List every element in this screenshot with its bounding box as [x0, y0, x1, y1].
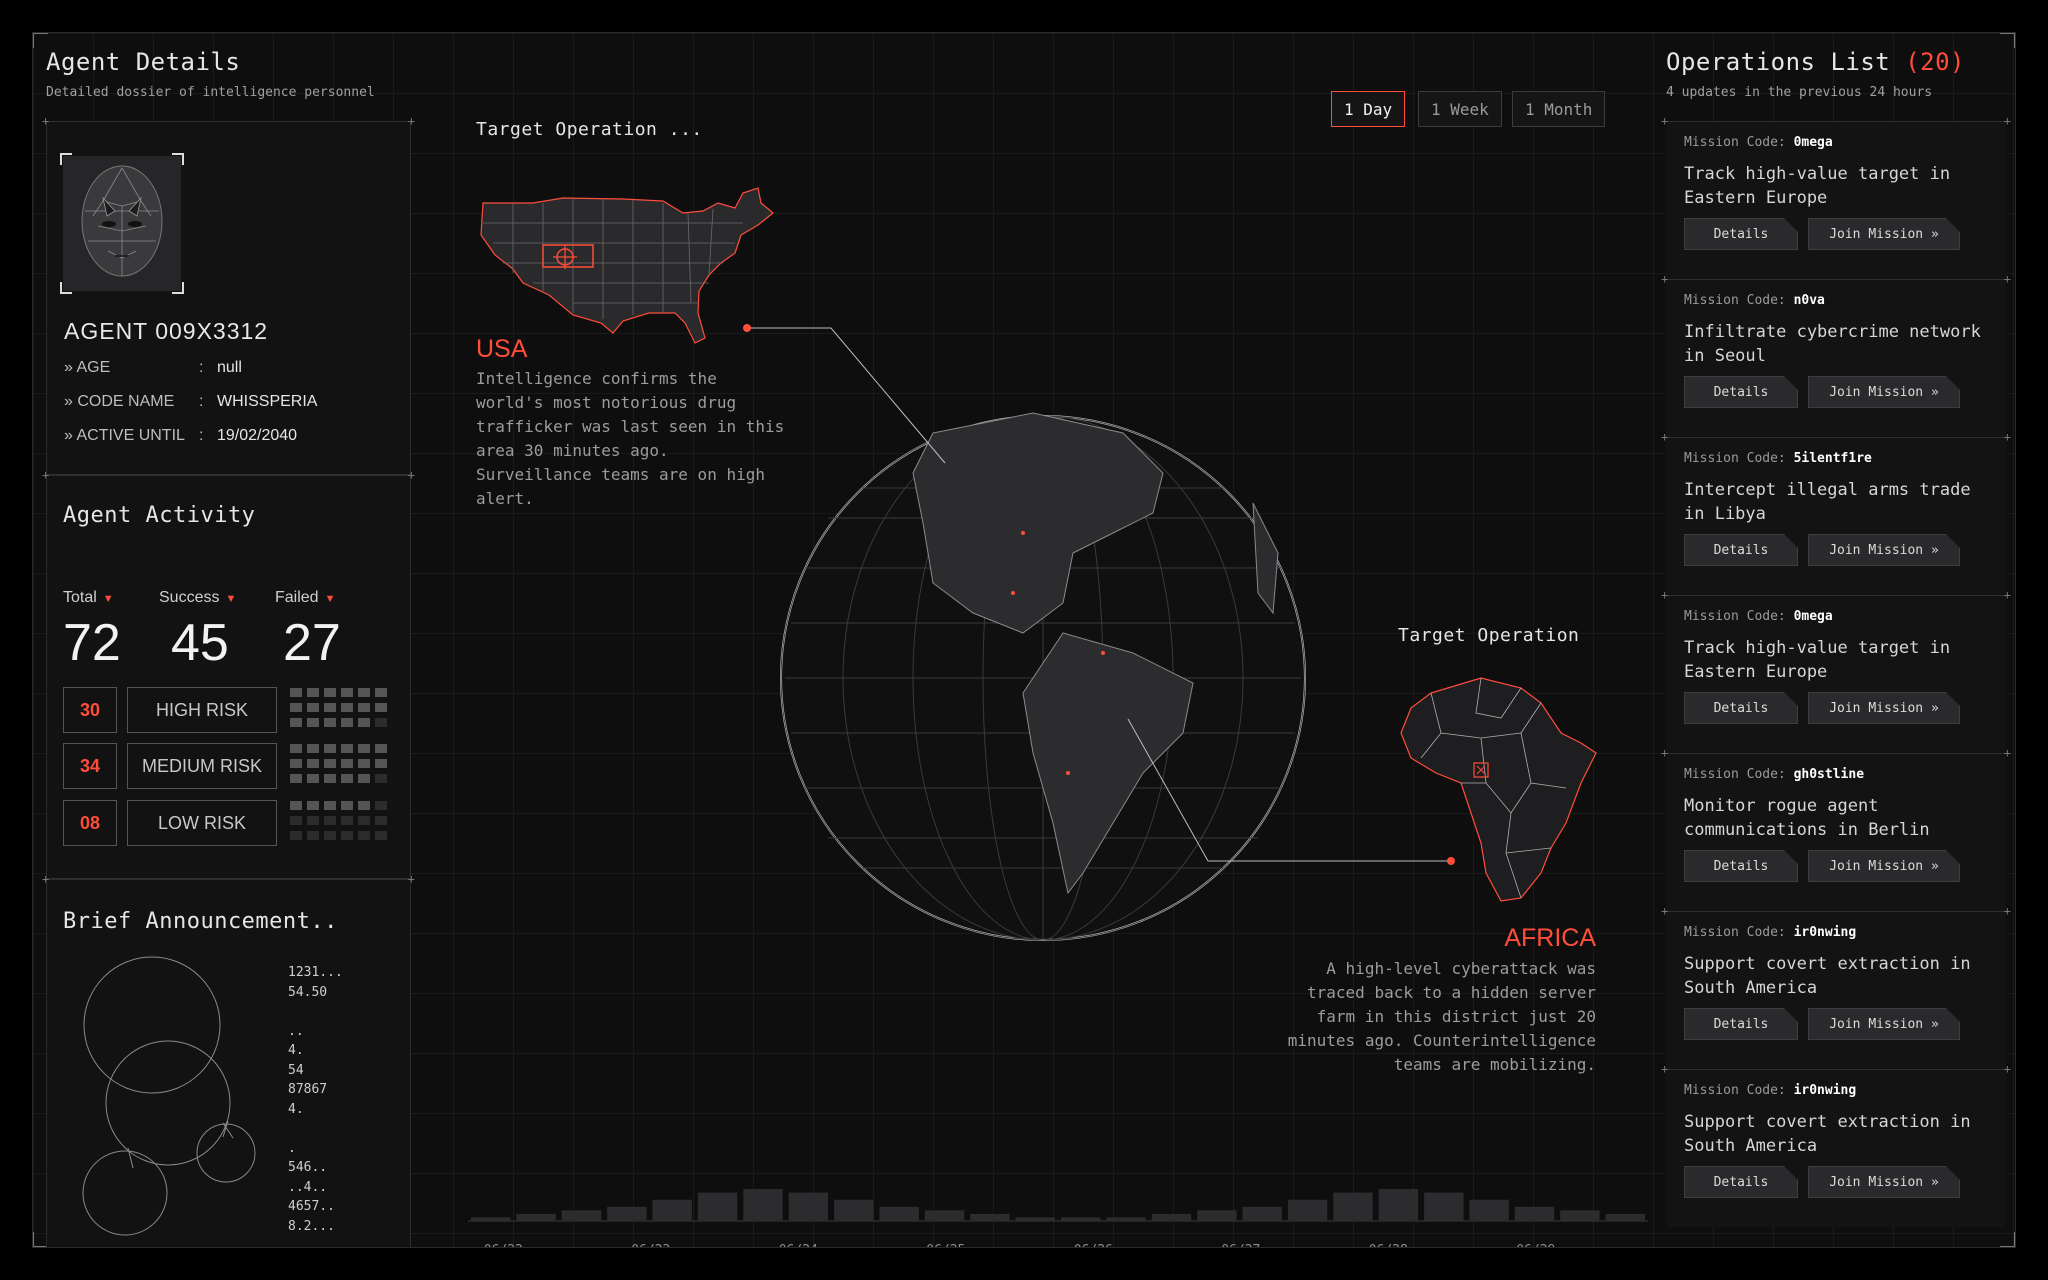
mission-description: Support covert extraction in South Ameri… — [1684, 1112, 1971, 1156]
x-tick-label: 06/29 — [1516, 1243, 1555, 1247]
x-tick-label: 06/24 — [779, 1243, 818, 1247]
chart-bar — [607, 1206, 647, 1221]
mission-code-value: 0mega — [1793, 135, 1833, 150]
chart-bar — [1560, 1210, 1600, 1221]
mission-code: Mission Code: ir0nwing — [1684, 925, 1856, 940]
chart-bar — [516, 1213, 556, 1221]
africa-region-name: AFRICA — [1504, 924, 1596, 952]
chart-bar — [788, 1192, 829, 1221]
operations-title-text: Operations List — [1666, 48, 1891, 76]
operation-card: Mission Code: 0mega Track high-value targ… — [1661, 588, 2011, 753]
chart-bar — [924, 1210, 965, 1221]
operations-count: (20) — [1905, 48, 1965, 76]
chart-bar — [743, 1189, 783, 1221]
chart-bar — [471, 1217, 511, 1221]
mission-code: Mission Code: gh0stline — [1684, 767, 1864, 782]
join-mission-button[interactable]: Join Mission » — [1808, 534, 1960, 566]
africa-map[interactable] — [1391, 673, 1611, 913]
operation-card: Mission Code: ir0nwing Support covert ext… — [1661, 904, 2011, 1069]
chart-bar — [970, 1213, 1010, 1221]
mission-description: Infiltrate cybercrime network in Seoul — [1684, 322, 1981, 366]
join-mission-button[interactable]: Join Mission » — [1808, 1166, 1960, 1198]
operations-subtitle: 4 updates in the previous 24 hours — [1666, 85, 1933, 100]
details-button[interactable]: Details — [1684, 850, 1798, 882]
x-tick-label: 06/22 — [484, 1243, 523, 1247]
mission-description: Intercept illegal arms trade in Libya — [1684, 480, 1971, 524]
mission-code-label: Mission Code: — [1684, 451, 1786, 466]
chart-bar — [1469, 1199, 1509, 1221]
join-mission-button[interactable]: Join Mission » — [1808, 850, 1960, 882]
mission-code-label: Mission Code: — [1684, 609, 1786, 624]
mission-code-value: 5ilentf1re — [1793, 451, 1872, 466]
details-button[interactable]: Details — [1684, 534, 1798, 566]
chart-bar — [1151, 1213, 1192, 1221]
mission-description: Track high-value target in Eastern Europ… — [1684, 638, 1951, 682]
mission-code: Mission Code: 5ilentf1re — [1684, 451, 1872, 466]
x-tick-label: 06/25 — [926, 1243, 965, 1247]
chart-bar — [1287, 1199, 1328, 1221]
chart-bar — [834, 1199, 874, 1221]
details-button[interactable]: Details — [1684, 376, 1798, 408]
chart-bar — [1242, 1206, 1282, 1221]
mission-code-label: Mission Code: — [1684, 1083, 1786, 1098]
x-tick-label: 06/27 — [1221, 1243, 1260, 1247]
chart-bar — [879, 1206, 919, 1221]
chart-bar — [1605, 1213, 1645, 1221]
chart-bar — [1061, 1217, 1101, 1221]
mission-code-value: ir0nwing — [1793, 925, 1857, 940]
details-button[interactable]: Details — [1684, 692, 1798, 724]
operation-card: Mission Code: ir0nwing Support covert ext… — [1661, 1062, 2011, 1227]
chart-bar — [1424, 1192, 1464, 1221]
mission-description: Support covert extraction in South Ameri… — [1684, 954, 1971, 998]
dashboard-frame: Agent Details Detailed dossier of intell… — [32, 32, 2016, 1248]
mission-code-label: Mission Code: — [1684, 925, 1786, 940]
chart-bar — [1333, 1192, 1373, 1221]
mission-code-value: ir0nwing — [1793, 1083, 1857, 1098]
join-mission-button[interactable]: Join Mission » — [1808, 1008, 1960, 1040]
mission-description: Track high-value target in Eastern Europ… — [1684, 164, 1951, 208]
details-button[interactable]: Details — [1684, 1008, 1798, 1040]
mission-code: Mission Code: n0va — [1684, 293, 1825, 308]
mission-code-label: Mission Code: — [1684, 135, 1786, 150]
join-mission-button[interactable]: Join Mission » — [1808, 218, 1960, 250]
chart-bar — [1015, 1217, 1055, 1221]
mission-code-label: Mission Code: — [1684, 767, 1786, 782]
x-tick-label: 06/26 — [1074, 1243, 1113, 1247]
mission-code: Mission Code: 0mega — [1684, 609, 1833, 624]
africa-target-heading: Target Operation — [1398, 625, 1580, 646]
join-mission-button[interactable]: Join Mission » — [1808, 692, 1960, 724]
chart-bar — [561, 1210, 602, 1221]
mission-code-label: Mission Code: — [1684, 293, 1786, 308]
operation-card: Mission Code: n0va Infiltrate cybercrime … — [1661, 272, 2011, 437]
chart-bar — [1197, 1210, 1237, 1221]
mission-code: Mission Code: ir0nwing — [1684, 1083, 1856, 1098]
operation-card: Mission Code: 5ilentf1re Intercept illega… — [1661, 430, 2011, 595]
operation-card: Mission Code: gh0stline Monitor rogue age… — [1661, 746, 2011, 911]
mission-code-value: gh0stline — [1793, 767, 1865, 782]
operations-title: Operations List (20) — [1666, 48, 1965, 76]
chart-bar — [1106, 1217, 1146, 1221]
chart-bar — [1514, 1206, 1555, 1221]
details-button[interactable]: Details — [1684, 218, 1798, 250]
operation-card: Mission Code: 0mega Track high-value targ… — [1661, 114, 2011, 279]
mission-code: Mission Code: 0mega — [1684, 135, 1833, 150]
mission-code-value: 0mega — [1793, 609, 1833, 624]
chart-bar — [652, 1199, 692, 1221]
join-mission-button[interactable]: Join Mission » — [1808, 376, 1960, 408]
chart-bar — [697, 1192, 738, 1221]
africa-description: A high-level cyberattack was traced back… — [1287, 959, 1596, 1074]
x-tick-label: 06/23 — [631, 1243, 670, 1247]
activity-bar-chart — [468, 1189, 1648, 1222]
mission-code-value: n0va — [1793, 293, 1825, 308]
details-button[interactable]: Details — [1684, 1166, 1798, 1198]
x-tick-label: 06/28 — [1369, 1243, 1408, 1247]
chart-bar — [1378, 1189, 1419, 1221]
mission-description: Monitor rogue agent communications in Be… — [1684, 796, 1930, 840]
